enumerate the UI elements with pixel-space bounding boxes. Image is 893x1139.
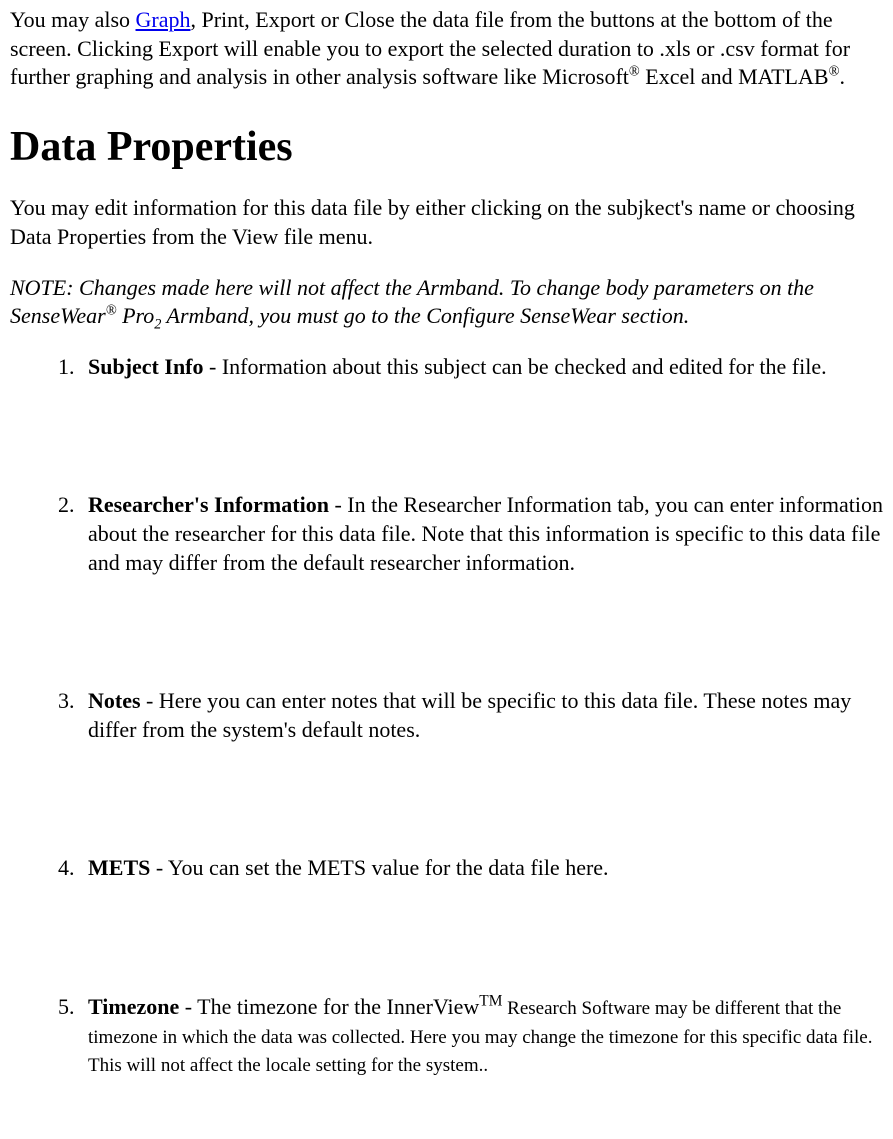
note-mid: Pro (117, 303, 155, 328)
trademark-mark: TM (479, 993, 502, 1010)
list-item-subject-info: Subject Info - Information about this su… (80, 353, 883, 382)
intro-post2: Excel and MATLAB (640, 64, 829, 89)
item-title: METS (88, 855, 150, 880)
registered-mark: ® (829, 64, 840, 80)
item-title: Notes (88, 688, 141, 713)
intro-paragraph: You may also Graph, Print, Export or Clo… (10, 6, 883, 92)
list-item-timezone: Timezone - The timezone for the InnerVie… (80, 993, 883, 1079)
registered-mark: ® (629, 64, 640, 80)
graph-link[interactable]: Graph (136, 7, 191, 32)
intro-post3: . (839, 64, 845, 89)
properties-list: Subject Info - Information about this su… (10, 353, 883, 1079)
list-item-researcher-info: Researcher's Information - In the Resear… (80, 491, 883, 577)
edit-info-paragraph: You may edit information for this data f… (10, 194, 883, 251)
note-paragraph: NOTE: Changes made here will not affect … (10, 274, 883, 331)
registered-mark: ® (106, 303, 117, 319)
item-body: - You can set the METS value for the dat… (150, 855, 608, 880)
intro-pre: You may also (10, 7, 136, 32)
item-pre: - The timezone for the InnerView (179, 994, 479, 1019)
item-body: - Information about this subject can be … (204, 354, 827, 379)
note-post: Armband, you must go to the Configure Se… (161, 303, 689, 328)
item-title: Researcher's Information (88, 492, 329, 517)
item-title: Timezone (88, 994, 179, 1019)
list-item-notes: Notes - Here you can enter notes that wi… (80, 687, 883, 744)
item-title: Subject Info (88, 354, 204, 379)
item-body: - Here you can enter notes that will be … (88, 688, 851, 742)
list-item-mets: METS - You can set the METS value for th… (80, 854, 883, 883)
page-heading: Data Properties (10, 120, 883, 175)
